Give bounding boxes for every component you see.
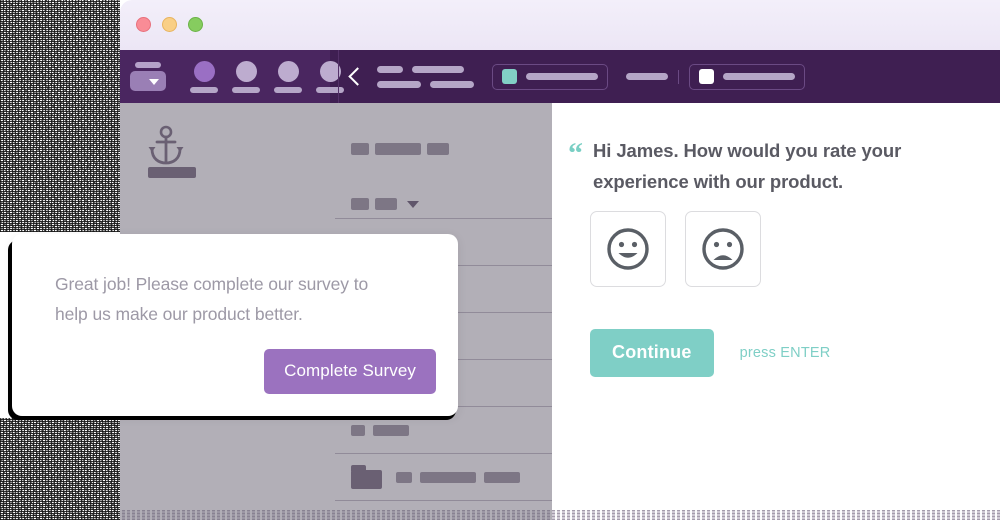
happy-face-option[interactable] [590,211,666,287]
maximize-button[interactable] [188,17,203,32]
toolbar-pill-teal[interactable] [492,63,608,90]
placeholder-bar [375,198,397,210]
continue-button[interactable]: Continue [590,329,714,377]
complete-survey-button[interactable]: Complete Survey [264,349,436,394]
toolbar-right-section [330,50,1000,103]
avatar-item-1[interactable] [190,60,218,93]
avatar [277,60,299,82]
press-enter-hint: press ENTER [739,345,831,361]
placeholder-bar [351,424,365,436]
placeholder-bar [412,65,464,73]
placeholder-bar [375,143,421,155]
toolbar-divider [678,69,679,84]
placeholder-bar [351,143,369,155]
survey-question: Hi James. How would you rate your experi… [593,140,902,192]
noise-texture-bottom [0,418,120,520]
toolbar-pill-white[interactable] [689,63,805,90]
avatar-label-placeholder [274,86,302,93]
close-button[interactable] [136,17,151,32]
noise-texture-top [0,0,120,232]
folder-icon [351,465,382,489]
file-list-filter[interactable] [351,198,419,210]
toolbar-breadcrumb-row-1 [377,65,474,73]
window-controls [136,17,203,32]
placeholder-bar [526,73,598,80]
chevron-down-icon [407,200,419,208]
window-titlebar [120,0,1000,50]
popup-message: Great job! Please complete our survey to… [55,274,369,324]
survey-prompt-popup: Great job! Please complete our survey to… [12,234,458,416]
placeholder-bar [420,471,476,483]
white-swatch-icon [699,69,714,84]
chevron-left-icon[interactable] [348,66,361,88]
placeholder-bar [430,80,474,88]
app-toolbar [120,50,1000,103]
placeholder-bar [351,198,369,210]
avatar-label-placeholder [232,86,260,93]
placeholder-bar [626,73,668,80]
table-row[interactable] [335,500,552,510]
survey-actions: Continue press ENTER [590,329,830,377]
quotation-mark-icon: “ [568,137,583,170]
survey-panel: “ Hi James. How would you rate your expe… [552,103,1000,510]
table-row[interactable] [335,453,552,500]
avatar-item-2[interactable] [232,60,260,93]
avatar [193,60,215,82]
avatar [235,60,257,82]
placeholder-bar [723,73,795,80]
placeholder-bar [377,65,403,73]
toolbar-left-section [120,50,344,103]
workspace-dropdown-cap [135,62,161,68]
anchor-icon [148,125,184,170]
file-list-header [351,143,449,155]
survey-options [590,211,761,287]
workspace-dropdown-body [130,71,166,91]
sad-face-option[interactable] [685,211,761,287]
toolbar-breadcrumb-placeholder [377,65,474,88]
avatar-group [190,60,344,93]
screenshot-stage: “ Hi James. How would you rate your expe… [0,0,1000,520]
toolbar-breadcrumb-row-2 [377,80,474,88]
teal-swatch-icon [502,69,517,84]
placeholder-bar [396,471,412,483]
workspace-dropdown[interactable] [130,62,166,91]
placeholder-bar [377,80,421,88]
sidebar-label-placeholder [148,167,196,178]
minimize-button[interactable] [162,17,177,32]
placeholder-bar [484,471,520,483]
sad-face-icon [702,228,744,270]
placeholder-bar [427,143,449,155]
placeholder-bar [373,424,409,436]
dropdown-caret-icon [149,79,159,85]
avatar-item-3[interactable] [274,60,302,93]
happy-face-icon [607,228,649,270]
avatar-label-placeholder [190,86,218,93]
